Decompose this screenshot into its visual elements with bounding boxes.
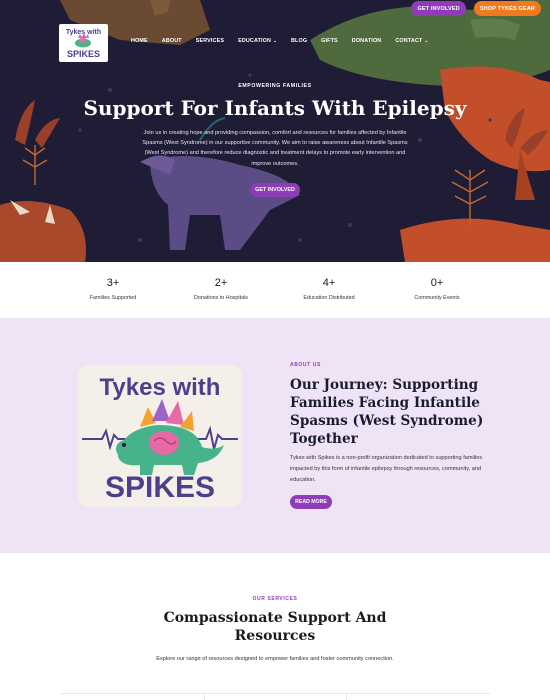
hero-section: GET INVOLVED SHOP TYKES GEAR Tykes with … xyxy=(0,0,550,262)
nav-services[interactable]: SERVICES xyxy=(196,38,224,44)
about-logo-image: Tykes with SPIKES xyxy=(78,365,242,507)
stats-section: 3+ Families Supported 2+ Donations to Ho… xyxy=(0,262,550,318)
services-description: Explore our range of resources designed … xyxy=(156,656,394,662)
nav-label: EDUCATION xyxy=(238,38,272,44)
nav-label: DONATION xyxy=(351,38,382,44)
stat-community-events: 0+ Community Events xyxy=(367,262,507,301)
nav-education[interactable]: EDUCATION ⌄ xyxy=(238,38,277,44)
about-kicker: ABOUT US xyxy=(290,362,321,368)
illustration-text-bottom: SPIKES xyxy=(105,471,215,504)
hero-kicker: EMPOWERING FAMILIES xyxy=(238,83,312,89)
hero-description: Join us in creating hope and providing c… xyxy=(142,130,408,167)
hero-title: Support For Infants With Epilepsy xyxy=(83,96,467,120)
logo-image: Tykes with SPIKES xyxy=(66,29,101,59)
site-logo[interactable]: Tykes with SPIKES xyxy=(59,24,108,62)
about-title: Our Journey: Supporting Families Facing … xyxy=(290,377,484,447)
services-section: OUR SERVICES Compassionate Support And R… xyxy=(0,553,550,700)
services-card-divider xyxy=(60,693,490,694)
nav-label: ABOUT xyxy=(161,38,182,44)
nav-home[interactable]: HOME xyxy=(131,38,148,44)
nav-label: BLOG xyxy=(291,38,308,44)
nav-label: GIFTS xyxy=(321,38,338,44)
top-actions: GET INVOLVED SHOP TYKES GEAR xyxy=(411,1,541,16)
shop-tykes-gear-button[interactable]: SHOP TYKES GEAR xyxy=(473,1,541,16)
services-card-divider-tick xyxy=(204,693,205,700)
nav-blog[interactable]: BLOG xyxy=(291,38,307,44)
nav-about[interactable]: ABOUT xyxy=(162,38,182,44)
nav-contact[interactable]: CONTACT ⌄ xyxy=(395,38,428,44)
about-section: Tykes with SPIKES ABOUT US Our Journey: … xyxy=(0,318,550,553)
chevron-down-icon: ⌄ xyxy=(424,38,429,43)
chevron-down-icon: ⌄ xyxy=(273,38,277,43)
nav-label: HOME xyxy=(131,38,148,44)
read-more-button[interactable]: READ MORE xyxy=(290,495,332,509)
services-title: Compassionate Support And Resources xyxy=(163,610,387,644)
tykes-with-spikes-illustration: Tykes with SPIKES xyxy=(78,365,242,507)
services-card-divider-tick xyxy=(346,693,347,700)
nav-donation[interactable]: DONATION xyxy=(352,38,382,44)
services-kicker: OUR SERVICES xyxy=(252,596,298,602)
nav-label: SERVICES xyxy=(195,38,225,44)
get-involved-top-button[interactable]: GET INVOLVED xyxy=(411,1,466,16)
nav-label: CONTACT xyxy=(395,38,423,44)
nav-gifts[interactable]: GIFTS xyxy=(321,38,338,44)
logo-text-bottom: SPIKES xyxy=(67,49,100,59)
main-nav: HOME ABOUT SERVICES EDUCATION ⌄ BLOG GIFT… xyxy=(131,38,442,44)
stat-value: 0+ xyxy=(430,277,444,289)
get-involved-hero-button[interactable]: GET INVOLVED xyxy=(250,183,300,197)
illustration-text-top: Tykes with xyxy=(100,374,221,401)
about-description: Tykes with Spikes is a non-profit organi… xyxy=(290,455,483,483)
stat-label: Community Events xyxy=(414,295,460,301)
